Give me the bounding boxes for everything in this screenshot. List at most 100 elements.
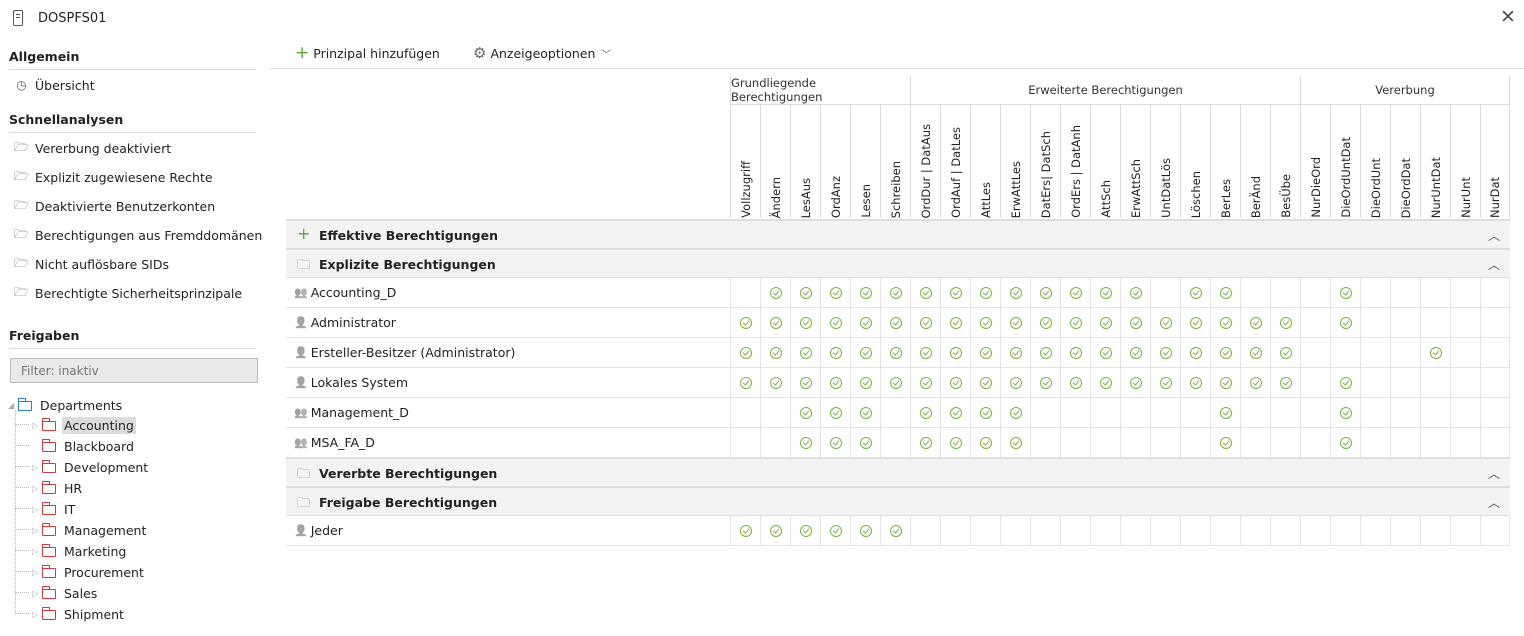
permission-cell — [1210, 278, 1240, 307]
column-header[interactable]: DieOrdDat — [1390, 105, 1420, 218]
tree-node-sales[interactable]: ▷ Sales — [32, 583, 99, 603]
sidebar-item-quick-0[interactable]: 🗁 Vererbung deaktiviert — [14, 138, 171, 158]
sidebar-item-quick-1[interactable]: 🗁 Explizit zugewiesene Rechte — [14, 167, 213, 187]
tree-node-shipment[interactable]: ▷ Shipment — [32, 604, 126, 624]
permission-cell — [1330, 516, 1360, 545]
tree-node-blackboard[interactable]: Blackboard — [32, 436, 136, 456]
section-header[interactable]: 🗀 Freigabe Berechtigungen ︿ — [286, 487, 1510, 516]
chevron-up-icon[interactable]: ︿ — [1488, 494, 1500, 511]
column-header[interactable]: OrdErs | DatAnh — [1060, 105, 1090, 218]
column-header[interactable]: UntDatLös — [1150, 105, 1180, 218]
tree-node-procurement[interactable]: ▷ Procurement — [32, 562, 146, 582]
permission-cell — [730, 338, 760, 367]
column-header[interactable]: ErwAttLes — [1000, 105, 1030, 218]
tree-node-development[interactable]: ▷ Development — [32, 457, 150, 477]
column-header[interactable]: Vollzugriff — [730, 105, 760, 218]
check-circle-icon — [889, 286, 902, 299]
column-header[interactable]: BerÄnd — [1240, 105, 1270, 218]
sidebar-item-quick-2[interactable]: 🗁 Deaktivierte Benutzerkonten — [14, 196, 215, 216]
permission-cell — [1450, 338, 1480, 367]
section-header[interactable]: 🗀 Explizite Berechtigungen ︿ — [286, 249, 1510, 278]
permission-cell — [970, 308, 1000, 337]
table-row[interactable]: 👥 Management_D — [286, 398, 1510, 428]
permission-cell — [1060, 308, 1090, 337]
check-circle-icon — [739, 346, 752, 359]
tree-node-label: Accounting — [62, 416, 136, 434]
table-row[interactable]: 👤 Jeder — [286, 516, 1510, 546]
check-circle-icon — [799, 286, 812, 299]
check-circle-icon — [1219, 436, 1232, 449]
permission-cell — [1360, 516, 1390, 545]
check-circle-icon — [1009, 316, 1022, 329]
chevron-up-icon[interactable]: ︿ — [1488, 227, 1500, 244]
column-header[interactable]: DatErs| DatSch — [1030, 105, 1060, 218]
tree-node-marketing[interactable]: ▷ Marketing — [32, 541, 128, 561]
permission-cell — [1150, 428, 1180, 457]
column-header[interactable]: AttSch — [1090, 105, 1120, 218]
table-row[interactable]: 👤 Administrator — [286, 308, 1510, 338]
column-header[interactable]: ErwAttSch — [1120, 105, 1150, 218]
permission-cell — [820, 398, 850, 427]
tree-node-label: Blackboard — [64, 438, 134, 454]
column-header[interactable]: Ändern — [760, 105, 790, 218]
column-header[interactable]: AttLes — [970, 105, 1000, 218]
check-circle-icon — [1069, 286, 1082, 299]
column-header[interactable]: Lesen — [850, 105, 880, 218]
display-options-button[interactable]: ⚙ Anzeigeoptionen ﹀ — [473, 44, 611, 62]
column-header[interactable]: Löschen — [1180, 105, 1210, 218]
column-header[interactable]: OrdDur | DatAus — [910, 105, 940, 218]
user-icon: 👤 — [294, 524, 308, 537]
table-row[interactable]: 👤 Lokales System — [286, 368, 1510, 398]
sidebar-item-quick-4[interactable]: 🗁 Nicht auflösbare SIDs — [14, 254, 169, 274]
sidebar-item-quick-5[interactable]: 🗁 Berechtigte Sicherheitsprinzipale — [14, 283, 242, 303]
check-circle-icon — [1249, 376, 1262, 389]
close-icon[interactable]: ✕ — [1498, 8, 1518, 28]
sidebar-item-quick-3[interactable]: 🗁 Berechtigungen aus Fremddomänen — [14, 225, 262, 245]
column-header[interactable]: BerLes — [1210, 105, 1240, 218]
check-circle-icon — [799, 346, 812, 359]
tree-node-it[interactable]: ▷ IT — [32, 499, 77, 519]
permission-cell — [1210, 428, 1240, 457]
table-row[interactable]: 👤 Ersteller-Besitzer (Administrator) — [286, 338, 1510, 368]
permission-cell — [1450, 398, 1480, 427]
check-circle-icon — [979, 436, 992, 449]
column-header[interactable]: DieOrdUntDat — [1330, 105, 1360, 218]
permission-cell — [1150, 308, 1180, 337]
tree-node-hr[interactable]: ▷ HR — [32, 478, 84, 498]
permission-cell — [1030, 398, 1060, 427]
tree-node-root[interactable]: ◢ Departments — [8, 395, 124, 415]
permission-cell — [1060, 338, 1090, 367]
gear-icon: ⚙ — [473, 44, 487, 62]
permission-cell — [1450, 368, 1480, 397]
permission-cell — [970, 428, 1000, 457]
column-header-label: NurDieOrd — [1308, 157, 1323, 218]
column-header[interactable]: Schreiben — [880, 105, 910, 218]
column-header[interactable]: BesÜbe — [1270, 105, 1300, 218]
table-row[interactable]: 👥 Accounting_D — [286, 278, 1510, 308]
table-row[interactable]: 👥 MSA_FA_D — [286, 428, 1510, 458]
column-header[interactable]: LesAus — [790, 105, 820, 218]
column-header[interactable]: NurUntDat — [1420, 105, 1450, 218]
add-principal-button[interactable]: + Prinzipal hinzufügen — [295, 44, 440, 62]
tree-node-management[interactable]: ▷ Management — [32, 520, 148, 540]
column-header[interactable]: OrdAuf | DatLes — [940, 105, 970, 218]
sidebar-item-overview[interactable]: ◷ Übersicht — [14, 75, 94, 95]
chevron-up-icon[interactable]: ︿ — [1488, 465, 1500, 482]
folder-icon: 🗀 — [297, 258, 311, 273]
column-header[interactable]: OrdAnz — [820, 105, 850, 218]
column-header[interactable]: DieOrdUnt — [1360, 105, 1390, 218]
tree-node-accounting[interactable]: ▷ Accounting — [32, 415, 136, 435]
check-circle-icon — [889, 346, 902, 359]
column-header[interactable]: NurDieOrd — [1300, 105, 1330, 218]
permission-cell — [760, 368, 790, 397]
folder-icon — [42, 585, 56, 599]
permission-cell — [820, 278, 850, 307]
section-header[interactable]: 🗀 Vererbte Berechtigungen ︿ — [286, 458, 1510, 487]
chevron-up-icon[interactable]: ︿ — [1488, 256, 1500, 273]
check-circle-icon — [799, 524, 812, 537]
permission-cell — [1270, 308, 1300, 337]
column-header[interactable]: NurDat — [1480, 105, 1510, 218]
check-circle-icon — [739, 524, 752, 537]
section-header[interactable]: + Effektive Berechtigungen ︿ — [286, 220, 1510, 249]
column-header[interactable]: NurUnt — [1450, 105, 1480, 218]
